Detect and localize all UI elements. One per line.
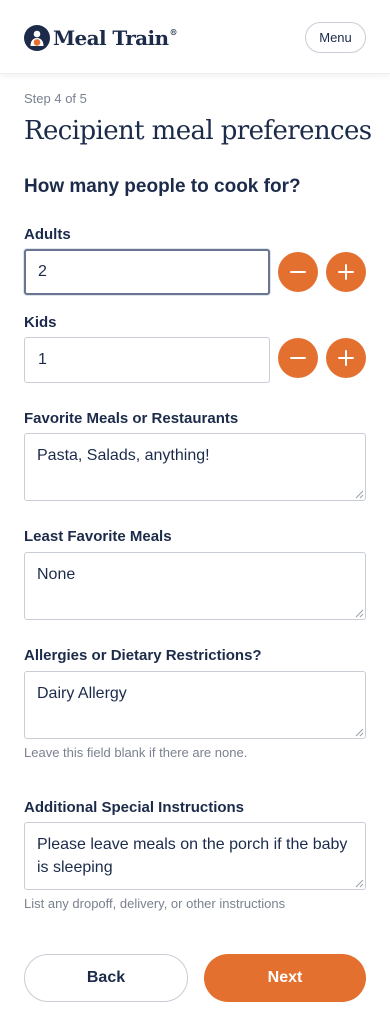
allergies-label: Allergies or Dietary Restrictions? <box>24 647 262 664</box>
adults-input[interactable] <box>24 249 270 295</box>
page-title: Recipient meal preferences <box>24 116 372 146</box>
allergies-hint: Leave this field blank if there are none… <box>24 745 248 760</box>
resize-grip-icon[interactable] <box>355 609 364 618</box>
kids-label: Kids <box>24 314 57 331</box>
least-favorite-label: Least Favorite Meals <box>24 528 172 545</box>
favorite-meals-label: Favorite Meals or Restaurants <box>24 410 239 427</box>
meal-train-logo[interactable]: Meal Train® <box>24 24 177 52</box>
menu-button[interactable]: Menu <box>305 22 366 53</box>
adults-label: Adults <box>24 226 71 243</box>
resize-grip-icon[interactable] <box>355 490 364 499</box>
plus-icon <box>338 264 354 280</box>
adults-increment-button[interactable] <box>326 252 366 292</box>
minus-icon <box>290 357 306 359</box>
least-favorite-textarea[interactable]: None <box>24 552 366 620</box>
site-header: Meal Train® Menu <box>0 0 390 74</box>
instructions-textarea[interactable]: Please leave meals on the porch if the b… <box>24 822 366 890</box>
kids-input[interactable] <box>24 337 270 383</box>
section-heading: How many people to cook for? <box>24 176 301 197</box>
kids-increment-button[interactable] <box>326 338 366 378</box>
back-button[interactable]: Back <box>24 954 188 1002</box>
next-button[interactable]: Next <box>204 954 366 1002</box>
instructions-label: Additional Special Instructions <box>24 799 245 816</box>
favorite-meals-textarea[interactable]: Pasta, Salads, anything! <box>24 433 366 501</box>
kids-decrement-button[interactable] <box>278 338 318 378</box>
resize-grip-icon[interactable] <box>355 728 364 737</box>
brand-name: Meal Train® <box>53 26 177 50</box>
plus-icon <box>338 350 354 366</box>
instructions-hint: List any dropoff, delivery, or other ins… <box>24 896 286 911</box>
resize-grip-icon[interactable] <box>355 879 364 888</box>
meal-train-logo-icon <box>24 25 50 51</box>
allergies-textarea[interactable]: Dairy Allergy <box>24 671 366 739</box>
adults-decrement-button[interactable] <box>278 252 318 292</box>
step-indicator: Step 4 of 5 <box>24 91 87 106</box>
minus-icon <box>290 271 306 273</box>
